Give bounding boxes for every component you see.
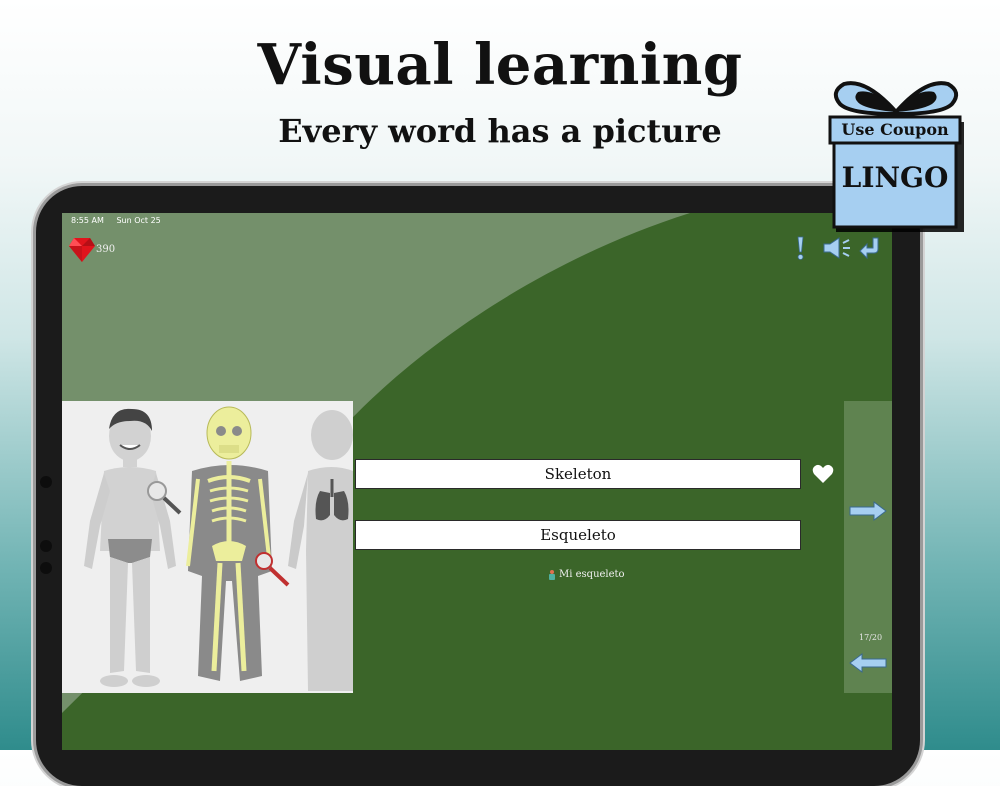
previous-arrow-icon[interactable] bbox=[848, 652, 888, 674]
status-time: 8:55 AM bbox=[71, 216, 104, 225]
body-illustration bbox=[84, 406, 353, 691]
word-answer-box[interactable]: Skeleton bbox=[355, 459, 801, 489]
heart-icon[interactable] bbox=[812, 464, 834, 484]
translation-answer-box[interactable]: Esqueleto bbox=[355, 520, 801, 550]
speaker-icon[interactable] bbox=[822, 235, 852, 261]
gift-coupon-icon bbox=[828, 81, 964, 232]
status-date: Sun Oct 25 bbox=[116, 216, 161, 225]
app-screen: 8:55 AM Sun Oct 25 390 Skeleton Esquelet… bbox=[62, 213, 892, 750]
exclamation-icon[interactable] bbox=[795, 235, 805, 261]
hint-text: Mi esqueleto bbox=[559, 569, 625, 580]
example-hint: Mi esqueleto bbox=[548, 569, 625, 580]
person-icon bbox=[549, 569, 555, 580]
skeleton-figure bbox=[186, 406, 290, 681]
coupon-label: Use Coupon bbox=[841, 120, 949, 139]
word-image bbox=[62, 401, 353, 693]
status-bar: 8:55 AM Sun Oct 25 bbox=[71, 216, 171, 225]
navigation-rail bbox=[844, 401, 892, 693]
camera-dot bbox=[40, 476, 52, 488]
coupon-code: LINGO bbox=[841, 161, 949, 194]
camera-dot bbox=[40, 540, 52, 552]
next-arrow-icon[interactable] bbox=[848, 500, 888, 522]
progress-counter: 17/20 bbox=[859, 633, 883, 642]
back-arrow-icon[interactable] bbox=[858, 235, 884, 261]
boy-figure bbox=[84, 408, 182, 687]
camera-dot bbox=[40, 562, 52, 574]
ruby-gem-icon bbox=[69, 238, 95, 262]
points-counter: 390 bbox=[96, 244, 116, 255]
lungs-figure bbox=[288, 410, 353, 691]
